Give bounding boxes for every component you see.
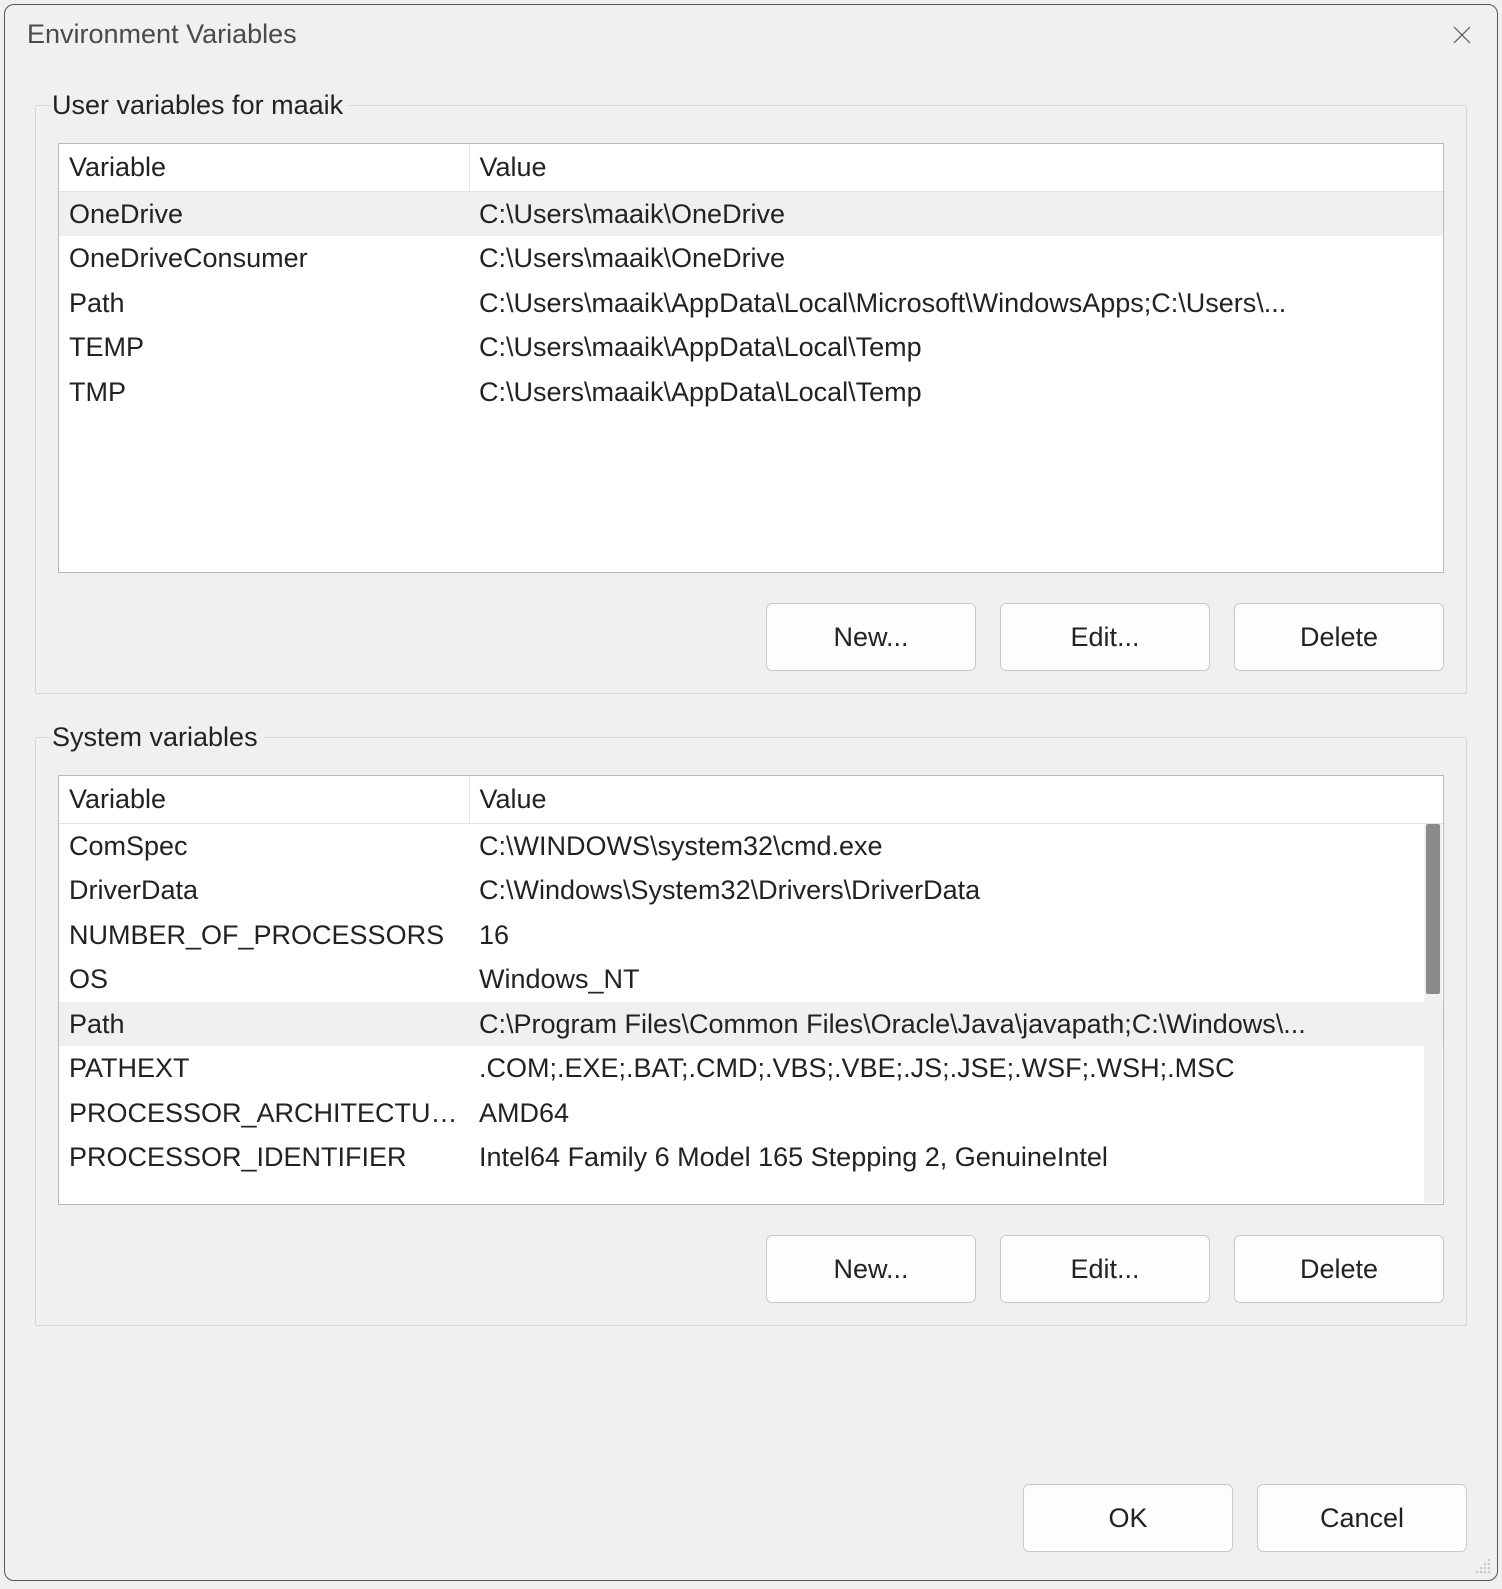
cell-variable: ComSpec [59,824,469,869]
cell-variable: NUMBER_OF_PROCESSORS [59,913,469,957]
cell-value: Intel64 Family 6 Model 165 Stepping 2, G… [469,1135,1443,1179]
dialog-footer: OK Cancel [5,1474,1497,1580]
column-header-value[interactable]: Value [469,144,1443,192]
table-row[interactable]: PROCESSOR_ARCHITECTUREAMD64 [59,1091,1443,1135]
cell-variable: PATHEXT [59,1046,469,1090]
user-delete-button[interactable]: Delete [1234,603,1444,671]
user-edit-button[interactable]: Edit... [1000,603,1210,671]
user-variables-legend: User variables for maaik [52,90,349,121]
cell-variable: PROCESSOR_IDENTIFIER [59,1135,469,1179]
table-row[interactable]: ComSpecC:\WINDOWS\system32\cmd.exe [59,824,1443,869]
user-variables-group: User variables for maaik Variable Value … [35,90,1467,694]
table-row[interactable]: PROCESSOR_IDENTIFIERIntel64 Family 6 Mod… [59,1135,1443,1179]
system-delete-button[interactable]: Delete [1234,1235,1444,1303]
system-buttons-row: New... Edit... Delete [58,1235,1444,1303]
cell-value: C:\Users\maaik\AppData\Local\Temp [469,325,1443,369]
cell-value: AMD64 [469,1091,1443,1135]
table-row[interactable]: OSWindows_NT [59,957,1443,1001]
cell-variable: PROCESSOR_ARCHITECTURE [59,1091,469,1135]
table-row[interactable]: DriverDataC:\Windows\System32\Drivers\Dr… [59,868,1443,912]
cell-value: .COM;.EXE;.BAT;.CMD;.VBS;.VBE;.JS;.JSE;.… [469,1046,1443,1090]
titlebar: Environment Variables [5,5,1497,60]
system-edit-button[interactable]: Edit... [1000,1235,1210,1303]
cell-value: C:\Users\maaik\AppData\Local\Microsoft\W… [469,281,1443,325]
cell-variable: OS [59,957,469,1001]
system-variables-legend: System variables [52,722,264,753]
user-variables-table-wrap[interactable]: Variable Value OneDriveC:\Users\maaik\On… [58,143,1444,573]
dialog-content: User variables for maaik Variable Value … [5,60,1497,1474]
cell-value: Windows_NT [469,957,1443,1001]
table-row[interactable]: PATHEXT.COM;.EXE;.BAT;.CMD;.VBS;.VBE;.JS… [59,1046,1443,1090]
table-header-row: Variable Value [59,776,1443,824]
cell-variable: Path [59,281,469,325]
cancel-button[interactable]: Cancel [1257,1484,1467,1552]
cell-value: C:\Users\maaik\OneDrive [469,192,1443,237]
user-buttons-row: New... Edit... Delete [58,603,1444,671]
cell-value: C:\Users\maaik\AppData\Local\Temp [469,370,1443,414]
column-header-variable[interactable]: Variable [59,776,469,824]
cell-variable: TMP [59,370,469,414]
table-header-row: Variable Value [59,144,1443,192]
table-row[interactable]: TMPC:\Users\maaik\AppData\Local\Temp [59,370,1443,414]
resize-grip[interactable] [1473,1556,1493,1576]
cell-variable: OneDrive [59,192,469,237]
dialog-title: Environment Variables [27,19,297,50]
cell-variable: OneDriveConsumer [59,236,469,280]
resize-grip-icon [1473,1556,1493,1576]
table-row[interactable]: TEMPC:\Users\maaik\AppData\Local\Temp [59,325,1443,369]
user-variables-table: Variable Value OneDriveC:\Users\maaik\On… [59,144,1443,414]
table-row[interactable]: OneDriveConsumerC:\Users\maaik\OneDrive [59,236,1443,280]
user-new-button[interactable]: New... [766,603,976,671]
system-variables-table: Variable Value ComSpecC:\WINDOWS\system3… [59,776,1443,1180]
system-variables-group: System variables Variable Value ComSpecC… [35,722,1467,1326]
system-variables-table-wrap[interactable]: Variable Value ComSpecC:\WINDOWS\system3… [58,775,1444,1205]
table-row[interactable]: NUMBER_OF_PROCESSORS16 [59,913,1443,957]
cell-value: C:\Windows\System32\Drivers\DriverData [469,868,1443,912]
table-row[interactable]: PathC:\Users\maaik\AppData\Local\Microso… [59,281,1443,325]
column-header-value[interactable]: Value [469,776,1443,824]
cell-value: 16 [469,913,1443,957]
system-scrollbar-thumb[interactable] [1426,824,1440,994]
cell-value: C:\Program Files\Common Files\Oracle\Jav… [469,1002,1443,1046]
table-row[interactable]: PathC:\Program Files\Common Files\Oracle… [59,1002,1443,1046]
cell-variable: DriverData [59,868,469,912]
cell-value: C:\WINDOWS\system32\cmd.exe [469,824,1443,869]
table-row[interactable]: OneDriveC:\Users\maaik\OneDrive [59,192,1443,237]
close-button[interactable] [1449,22,1475,48]
column-header-variable[interactable]: Variable [59,144,469,192]
close-icon [1452,25,1472,45]
cell-variable: Path [59,1002,469,1046]
system-new-button[interactable]: New... [766,1235,976,1303]
cell-variable: TEMP [59,325,469,369]
cell-value: C:\Users\maaik\OneDrive [469,236,1443,280]
system-scrollbar-track[interactable] [1424,824,1442,1203]
environment-variables-dialog: Environment Variables User variables for… [4,4,1498,1581]
ok-button[interactable]: OK [1023,1484,1233,1552]
